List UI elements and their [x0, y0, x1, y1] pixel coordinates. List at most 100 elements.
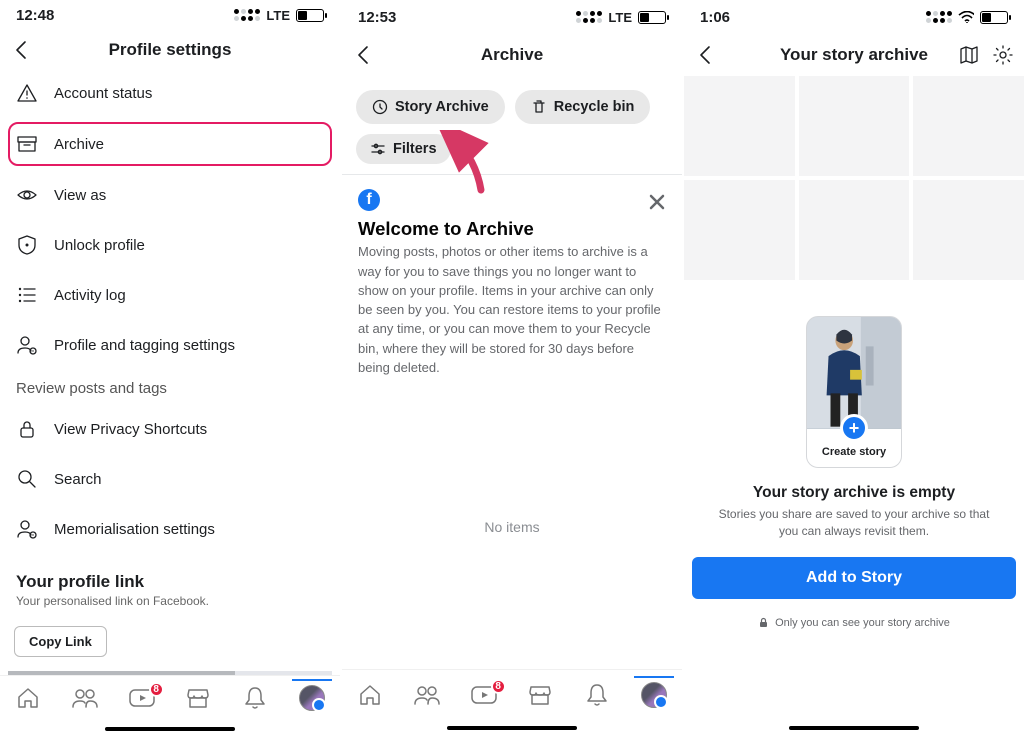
tab-notifications[interactable]	[577, 682, 617, 708]
shield-lock-icon	[16, 234, 38, 256]
network-label: LTE	[608, 10, 632, 25]
row-label: View Privacy Shortcuts	[54, 421, 207, 438]
tab-watch[interactable]: 8	[464, 683, 504, 707]
chip-filters[interactable]: Filters	[356, 134, 451, 164]
add-to-story-button[interactable]: Add to Story	[692, 557, 1016, 599]
status-indicators: LTE	[234, 8, 324, 23]
row-profile-tagging[interactable]: Profile and tagging settings	[0, 320, 340, 370]
avatar	[299, 685, 325, 711]
row-label: View as	[54, 187, 106, 204]
status-bar: 12:53 LTE	[342, 0, 682, 34]
profile-link-title: Your profile link	[0, 554, 340, 594]
signal-icon	[234, 9, 260, 21]
row-privacy-shortcuts[interactable]: View Privacy Shortcuts	[0, 405, 340, 454]
back-button[interactable]	[14, 40, 28, 60]
grid-cell[interactable]	[799, 180, 910, 280]
tab-friends[interactable]	[407, 682, 447, 708]
back-button[interactable]	[698, 45, 712, 65]
tab-bar: 8	[0, 675, 340, 721]
eye-icon	[16, 184, 38, 206]
row-search[interactable]: Search	[0, 454, 340, 504]
grid-cell[interactable]	[684, 76, 795, 176]
archive-box-icon	[16, 133, 38, 155]
tab-marketplace[interactable]	[178, 685, 218, 711]
grid-cell[interactable]	[913, 76, 1024, 176]
no-items-label: No items	[342, 385, 682, 669]
row-unlock-profile[interactable]: Unlock profile	[0, 220, 340, 270]
archive-chip-row: Story Archive Recycle bin	[342, 76, 682, 134]
chip-recycle-bin[interactable]: Recycle bin	[515, 90, 651, 124]
tab-home[interactable]	[350, 682, 390, 708]
home-indicator[interactable]	[0, 721, 340, 737]
settings-button[interactable]	[992, 44, 1014, 66]
row-memorialisation[interactable]: Memorialisation settings	[0, 504, 340, 554]
empty-state-sub: Stories you share are saved to your arch…	[684, 502, 1024, 553]
status-time: 12:48	[16, 7, 54, 24]
close-icon	[648, 193, 666, 211]
archive-grid	[684, 76, 1024, 286]
status-bar: 12:48 LTE	[0, 0, 340, 31]
row-view-as[interactable]: View as	[0, 170, 340, 220]
status-time: 1:06	[700, 9, 730, 26]
back-button[interactable]	[356, 45, 370, 65]
close-button[interactable]	[648, 193, 666, 211]
row-label: Unlock profile	[54, 237, 145, 254]
grid-cell[interactable]	[684, 180, 795, 280]
grid-cell[interactable]	[799, 76, 910, 176]
map-icon	[958, 44, 980, 66]
chip-label: Story Archive	[395, 99, 489, 115]
status-time: 12:53	[358, 9, 396, 26]
tab-notifications[interactable]	[235, 685, 275, 711]
list-icon	[16, 284, 38, 306]
row-activity-log[interactable]: Activity log	[0, 270, 340, 320]
tab-profile[interactable]	[292, 685, 332, 711]
settings-list: Account status Archive View as Unlock pr…	[0, 69, 340, 675]
avatar	[641, 682, 667, 708]
facebook-logo-icon: f	[358, 189, 380, 211]
page-title: Profile settings	[109, 40, 232, 60]
create-story-card[interactable]: + Create story	[806, 316, 902, 468]
home-indicator[interactable]	[342, 719, 682, 737]
row-account-status[interactable]: Account status	[0, 69, 340, 118]
chip-label: Filters	[393, 141, 437, 157]
tab-watch[interactable]: 8	[122, 686, 162, 710]
row-label: Account status	[54, 85, 152, 102]
welcome-title: Welcome to Archive	[358, 215, 666, 242]
sliders-icon	[370, 141, 386, 157]
copy-link-button[interactable]: Copy Link	[14, 626, 107, 657]
clock-history-icon	[372, 99, 388, 115]
welcome-block: f Welcome to Archive Moving posts, photo…	[342, 175, 682, 385]
tab-home[interactable]	[8, 685, 48, 711]
grid-cell[interactable]	[913, 180, 1024, 280]
chip-label: Recycle bin	[554, 99, 635, 115]
tab-profile[interactable]	[634, 682, 674, 708]
section-label: Review posts and tags	[0, 370, 340, 405]
search-icon	[16, 468, 38, 490]
user-gear-icon	[16, 334, 38, 356]
tab-marketplace[interactable]	[520, 682, 560, 708]
plus-icon: +	[840, 414, 868, 442]
tab-friends[interactable]	[65, 685, 105, 711]
status-indicators: LTE	[576, 10, 666, 25]
wifi-icon	[958, 11, 974, 23]
chip-story-archive[interactable]: Story Archive	[356, 90, 505, 124]
chevron-left-icon	[698, 45, 712, 65]
lock-icon	[16, 418, 38, 440]
gear-icon	[992, 44, 1014, 66]
row-label: Archive	[54, 136, 104, 153]
welcome-body: Moving posts, photos or other items to a…	[358, 242, 666, 377]
home-indicator[interactable]	[684, 719, 1024, 737]
battery-icon	[638, 11, 666, 24]
privacy-note: Only you can see your story archive	[684, 603, 1024, 635]
notification-badge: 8	[491, 679, 506, 694]
trash-icon	[531, 99, 547, 115]
row-archive[interactable]: Archive	[8, 122, 332, 166]
map-button[interactable]	[958, 44, 980, 66]
row-label: Memorialisation settings	[54, 521, 215, 538]
notification-badge: 8	[149, 682, 164, 697]
battery-icon	[296, 9, 324, 22]
status-indicators	[926, 11, 1008, 24]
story-thumbnail	[807, 317, 901, 429]
signal-icon	[926, 11, 952, 23]
battery-icon	[980, 11, 1008, 24]
